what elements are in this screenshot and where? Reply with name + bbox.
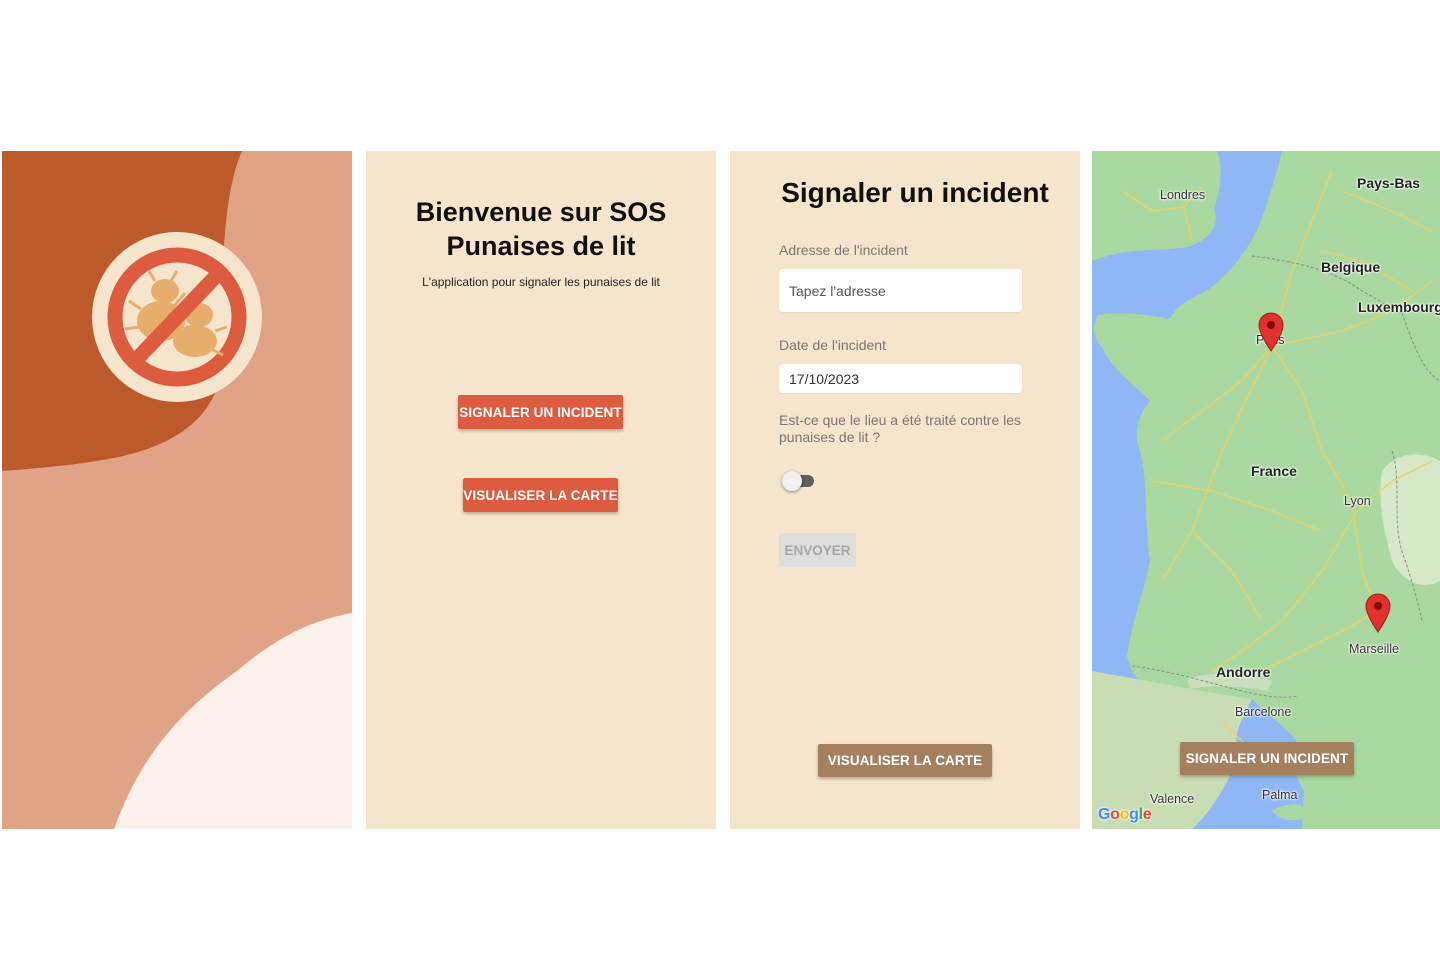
view-map-button[interactable]: VISUALISER LA CARTE (818, 744, 992, 777)
map-label-lyon: Lyon (1344, 494, 1371, 508)
report-incident-button[interactable]: SIGNALER UN INCIDENT (1180, 742, 1354, 775)
report-screen: Signaler un incident Adresse de l'incide… (730, 151, 1080, 829)
map-label-marseille: Marseille (1349, 642, 1400, 656)
map-label-andorre: Andorre (1216, 664, 1271, 680)
submit-button[interactable]: ENVOYER (779, 533, 856, 567)
treated-question: Est-ce que le lieu a été traité contre l… (779, 412, 1022, 445)
map-label-luxembourg: Luxembourg (1358, 299, 1440, 315)
toggle-knob (782, 471, 802, 491)
map-label-belgique: Belgique (1321, 259, 1381, 275)
welcome-screen: Bienvenue sur SOS Punaises de lit L'appl… (366, 151, 716, 829)
map-label-barcelone: Barcelone (1235, 705, 1292, 719)
address-input[interactable] (779, 269, 1022, 312)
map-canvas[interactable] (1092, 151, 1440, 829)
splash-screen (2, 151, 352, 829)
welcome-subtitle: L'application pour signaler les punaises… (422, 275, 660, 289)
google-logo: Google (1098, 806, 1152, 823)
page-title: Signaler un incident (781, 177, 1049, 208)
map-pin-icon[interactable] (1365, 593, 1391, 633)
map-label-londres: Londres (1160, 188, 1206, 202)
map-label-valence: Valence (1150, 792, 1195, 806)
date-input[interactable] (779, 364, 1022, 393)
map-label-france: France (1251, 463, 1297, 479)
report-incident-button[interactable]: SIGNALER UN INCIDENT (458, 395, 623, 429)
map-screen[interactable]: Pays-Bas Belgique Luxembourg France Ando… (1092, 151, 1440, 829)
view-map-button[interactable]: VISUALISER LA CARTE (463, 478, 618, 512)
treated-toggle[interactable] (782, 471, 816, 491)
date-label: Date de l'incident (779, 337, 886, 353)
map-pin-icon[interactable] (1258, 312, 1284, 352)
no-bedbugs-icon (91, 231, 263, 403)
map-label-pays-bas: Pays-Bas (1357, 175, 1421, 191)
map-label-palma: Palma (1262, 788, 1298, 802)
address-label: Adresse de l'incident (779, 242, 908, 258)
welcome-title: Bienvenue sur SOS Punaises de lit (415, 197, 667, 261)
